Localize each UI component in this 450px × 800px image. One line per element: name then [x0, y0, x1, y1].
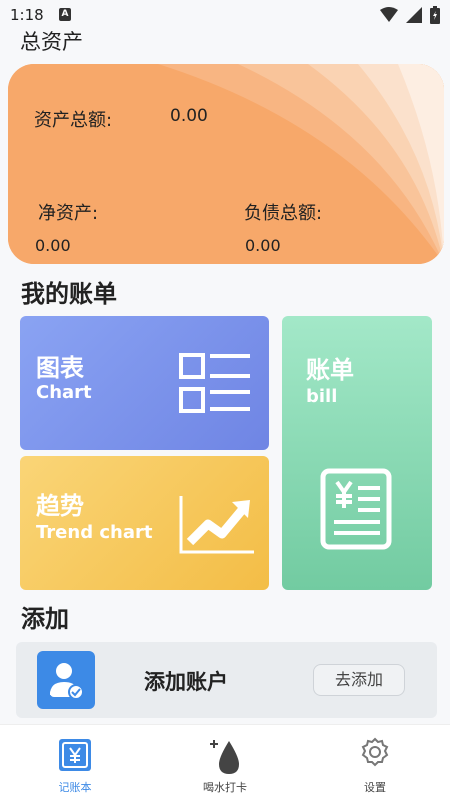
bill-tile-title: 账单: [306, 356, 354, 384]
chart-tile[interactable]: 图表 Chart: [20, 316, 269, 450]
add-account-label: 添加账户: [144, 670, 228, 694]
nav-item-settings[interactable]: 设置: [300, 725, 450, 800]
total-assets-label: 资产总额:: [34, 110, 113, 131]
yen-book-icon: [59, 739, 91, 771]
bottom-nav: 记账本 喝水打卡 设置: [0, 724, 450, 800]
chart-tile-subtitle: Chart: [36, 382, 92, 403]
status-icons: [380, 6, 440, 24]
page-title: 总资产: [20, 30, 83, 54]
water-drop-icon: [210, 740, 239, 774]
nav-label-bookkeeping: 记账本: [58, 781, 92, 794]
trend-up-icon: [179, 496, 254, 554]
bill-tile[interactable]: 账单 bill: [282, 316, 432, 590]
total-assets-value: 0.00: [170, 106, 208, 126]
signal-icon: [406, 7, 422, 23]
chart-tile-title: 图表: [36, 354, 84, 382]
net-assets-label: 净资产:: [38, 203, 99, 224]
debt-total-label: 负债总额:: [244, 203, 323, 224]
add-heading: 添加: [21, 605, 69, 633]
go-add-button[interactable]: 去添加: [313, 664, 405, 696]
trend-tile-subtitle: Trend chart: [36, 522, 153, 543]
debt-total-value: 0.00: [245, 236, 281, 255]
nav-label-settings: 设置: [364, 781, 386, 794]
status-time: 1:18: [10, 6, 44, 24]
nav-label-water: 喝水打卡: [203, 781, 247, 794]
wifi-icon: [380, 7, 398, 22]
my-bills-heading: 我的账单: [21, 280, 117, 308]
battery-icon: [430, 6, 440, 24]
net-assets-value: 0.00: [35, 236, 71, 255]
trend-tile-title: 趋势: [36, 492, 84, 520]
trend-tile[interactable]: 趋势 Trend chart: [20, 456, 269, 590]
nav-item-water[interactable]: 喝水打卡: [150, 725, 300, 800]
card-wave-background: [8, 64, 444, 264]
receipt-icon: [320, 468, 392, 550]
nav-item-bookkeeping[interactable]: 记账本: [0, 725, 150, 800]
list-chart-icon: [179, 353, 250, 413]
asset-summary-card: 资产总额: 0.00 净资产: 0.00 负债总额: 0.00: [8, 64, 444, 264]
bill-tile-subtitle: bill: [306, 386, 338, 407]
add-user-icon: [37, 651, 95, 709]
add-account-row[interactable]: 添加账户 去添加: [16, 642, 437, 718]
gear-icon: [361, 737, 389, 767]
notification-icon: A: [59, 8, 71, 21]
